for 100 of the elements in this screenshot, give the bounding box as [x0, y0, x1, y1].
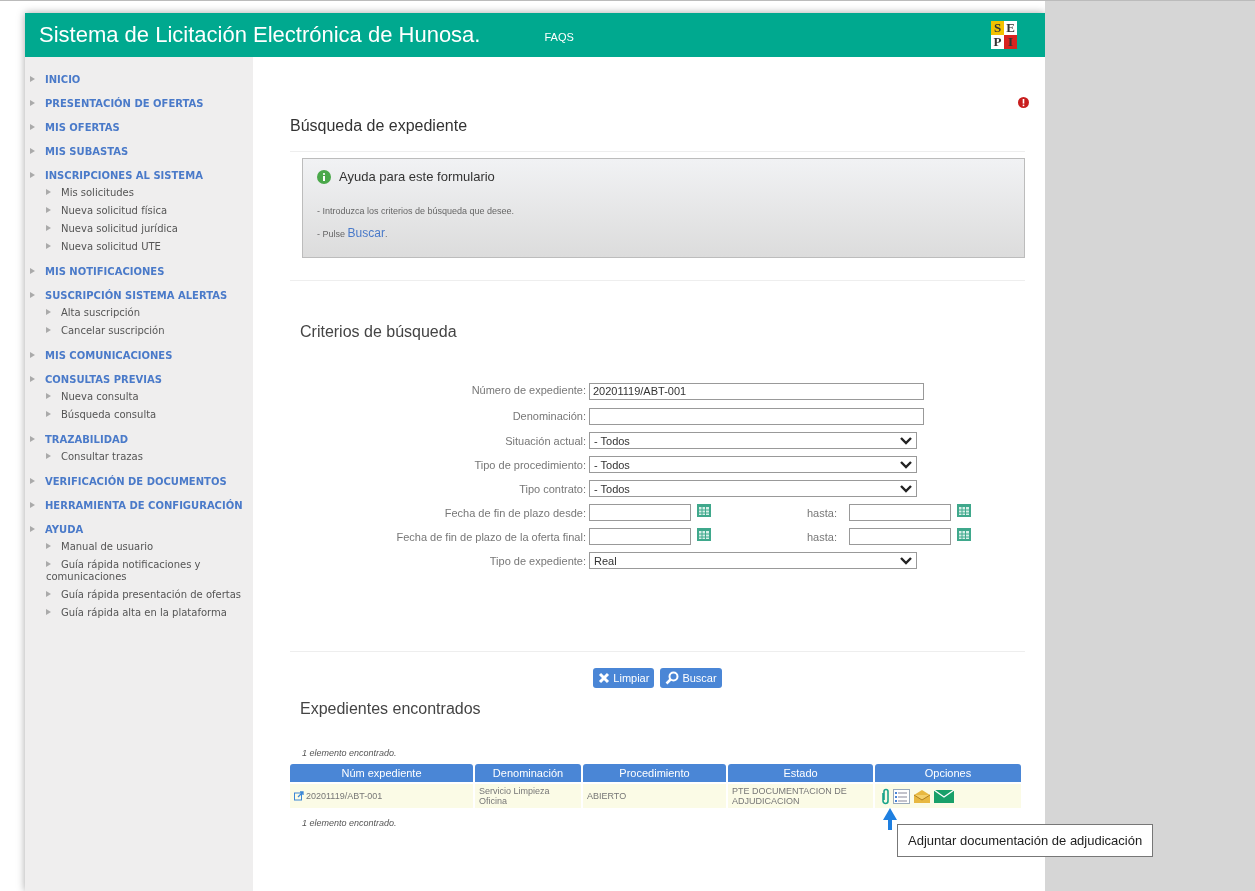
triangle-bullet-icon [46, 243, 51, 249]
sidebar-item-link[interactable]: Cancelar suscripción [30, 322, 253, 340]
column-header: Opciones [875, 764, 1021, 782]
page-title: Búsqueda de expediente [290, 117, 1025, 152]
pointer-icon [883, 808, 897, 830]
sidebar-section-link[interactable]: INSCRIPCIONES AL SISTEMA [30, 167, 253, 184]
triangle-bullet-icon [46, 225, 51, 231]
sidebar-section-link[interactable]: INICIO [30, 71, 253, 88]
column-header: Estado [728, 764, 873, 782]
calendar-icon[interactable] [956, 526, 971, 541]
triangle-bullet-icon [46, 453, 51, 459]
chevron-down-icon [900, 556, 912, 565]
triangle-bullet-icon [30, 502, 35, 508]
clear-button[interactable]: Limpiar [593, 668, 655, 688]
triangle-bullet-icon [46, 591, 51, 597]
select-field[interactable]: - Todos [589, 480, 917, 497]
error-icon [1018, 97, 1029, 108]
field-label: Fecha de fin de plazo desde: [443, 506, 586, 519]
sidebar-item-link[interactable]: Nueva consulta [30, 388, 253, 406]
sidebar-section-link[interactable]: CONSULTAS PREVIAS [30, 371, 253, 388]
text-field[interactable]: 20201119/ABT-001 [589, 382, 924, 400]
sidebar-item-link[interactable]: Mis solicitudes [30, 184, 253, 202]
envelope-icon[interactable] [934, 789, 954, 803]
calendar-icon[interactable] [697, 502, 711, 517]
triangle-bullet-icon [46, 609, 51, 615]
field-label: Denominación: [511, 409, 586, 422]
help-text: - Pulse [317, 229, 345, 239]
help-text: - Introduzca los criterios de búsqueda que desee. [317, 206, 516, 216]
paperclip-icon[interactable] [881, 787, 890, 805]
record-link[interactable]: 20201119/ABT-001 [306, 791, 383, 801]
triangle-bullet-icon [30, 172, 35, 178]
chevron-down-icon [900, 436, 912, 445]
sidebar-section-link[interactable]: PRESENTACIÓN DE OFERTAS [30, 95, 253, 112]
select-field[interactable]: Real [589, 552, 917, 569]
sidebar-item-link[interactable]: Guía rápida presentación de ofertas [30, 586, 253, 604]
field-label: Tipo de procedimiento: [473, 458, 586, 471]
search-icon [665, 671, 680, 685]
triangle-bullet-icon [30, 478, 35, 484]
sidebar-section-link[interactable]: MIS SUBASTAS [30, 143, 253, 160]
field-label: hasta: [807, 530, 837, 543]
sidebar-section-link[interactable]: TRAZABILIDAD [30, 431, 253, 448]
list-icon[interactable] [893, 788, 910, 804]
chevron-down-icon [900, 484, 912, 493]
calendar-icon[interactable] [956, 502, 971, 517]
sidebar-section-link[interactable]: HERRAMIENTA DE CONFIGURACIÓN [30, 497, 253, 514]
triangle-bullet-icon [46, 393, 51, 399]
column-header: Procedimiento [583, 764, 726, 782]
section-title: Expedientes encontrados [300, 700, 482, 718]
result-count: 1 elemento encontrado. [302, 818, 398, 828]
sidebar-section-link[interactable]: MIS COMUNICACIONES [30, 347, 253, 364]
table-cell: ABIERTO [583, 784, 726, 808]
logo: S E P I [991, 21, 1017, 49]
field-label: Tipo contrato: [518, 482, 586, 495]
sidebar-item-link[interactable]: Nueva solicitud jurídica [30, 220, 253, 238]
select-field[interactable]: - Todos [589, 432, 917, 449]
table-cell: Servicio Limpieza Oficina [475, 784, 581, 808]
triangle-bullet-icon [30, 526, 35, 532]
date-field[interactable] [848, 504, 951, 521]
triangle-bullet-icon [46, 207, 51, 213]
triangle-bullet-icon [30, 124, 35, 130]
field-label: Número de expediente: [470, 384, 586, 397]
calendar-icon[interactable] [697, 526, 711, 541]
triangle-bullet-icon [30, 376, 35, 382]
text-field[interactable] [589, 408, 924, 425]
tooltip: Adjuntar documentación de adjudicación [897, 824, 1154, 857]
column-header: Denominación [475, 764, 581, 782]
sidebar-item-link[interactable]: Manual de usuario [30, 538, 253, 556]
date-field[interactable] [848, 528, 951, 545]
sidebar-item-link[interactable]: Nueva solicitud UTE [30, 238, 253, 256]
triangle-bullet-icon [30, 268, 35, 274]
table-cell: PTE DOCUMENTACION DE ADJUDICACION [728, 784, 873, 808]
info-icon [317, 169, 331, 184]
sidebar-item-link[interactable]: Consultar trazas [30, 448, 253, 466]
triangle-bullet-icon [46, 189, 51, 195]
site-title: Sistema de Licitación Electrónica de Hunosa. [39, 22, 481, 48]
triangle-bullet-icon [30, 76, 35, 82]
external-link-icon [294, 791, 304, 801]
sidebar-section-link[interactable]: VERIFICACIÓN DE DOCUMENTOS [30, 473, 253, 490]
close-icon [598, 672, 611, 684]
sidebar-item-link[interactable]: Guía rápida alta en la plataforma [30, 604, 253, 622]
field-label: Situación actual: [504, 434, 586, 447]
sidebar-item-link[interactable]: Nueva solicitud física [30, 202, 253, 220]
date-field[interactable] [589, 504, 691, 521]
sidebar-item-link[interactable]: Alta suscripción [30, 304, 253, 322]
triangle-bullet-icon [46, 543, 51, 549]
sidebar-section-link[interactable]: MIS NOTIFICACIONES [30, 263, 253, 280]
select-field[interactable]: - Todos [589, 456, 917, 473]
triangle-bullet-icon [46, 327, 51, 333]
open-envelope-icon[interactable] [913, 788, 931, 804]
date-field[interactable] [589, 528, 691, 545]
help-text: . [384, 229, 388, 239]
search-button[interactable]: Buscar [660, 668, 722, 688]
sidebar-section-link[interactable]: MIS OFERTAS [30, 119, 253, 136]
triangle-bullet-icon [46, 309, 51, 315]
sidebar-item-link[interactable]: Guía rápida notificaciones y comunicaciones [30, 556, 253, 586]
sidebar-item-link[interactable]: Búsqueda consulta [30, 406, 253, 424]
sidebar-section-link[interactable]: AYUDA [30, 521, 253, 538]
triangle-bullet-icon [30, 148, 35, 154]
sidebar-section-link[interactable]: SUSCRIPCIÓN SISTEMA ALERTAS [30, 287, 253, 304]
field-label: hasta: [807, 506, 837, 519]
